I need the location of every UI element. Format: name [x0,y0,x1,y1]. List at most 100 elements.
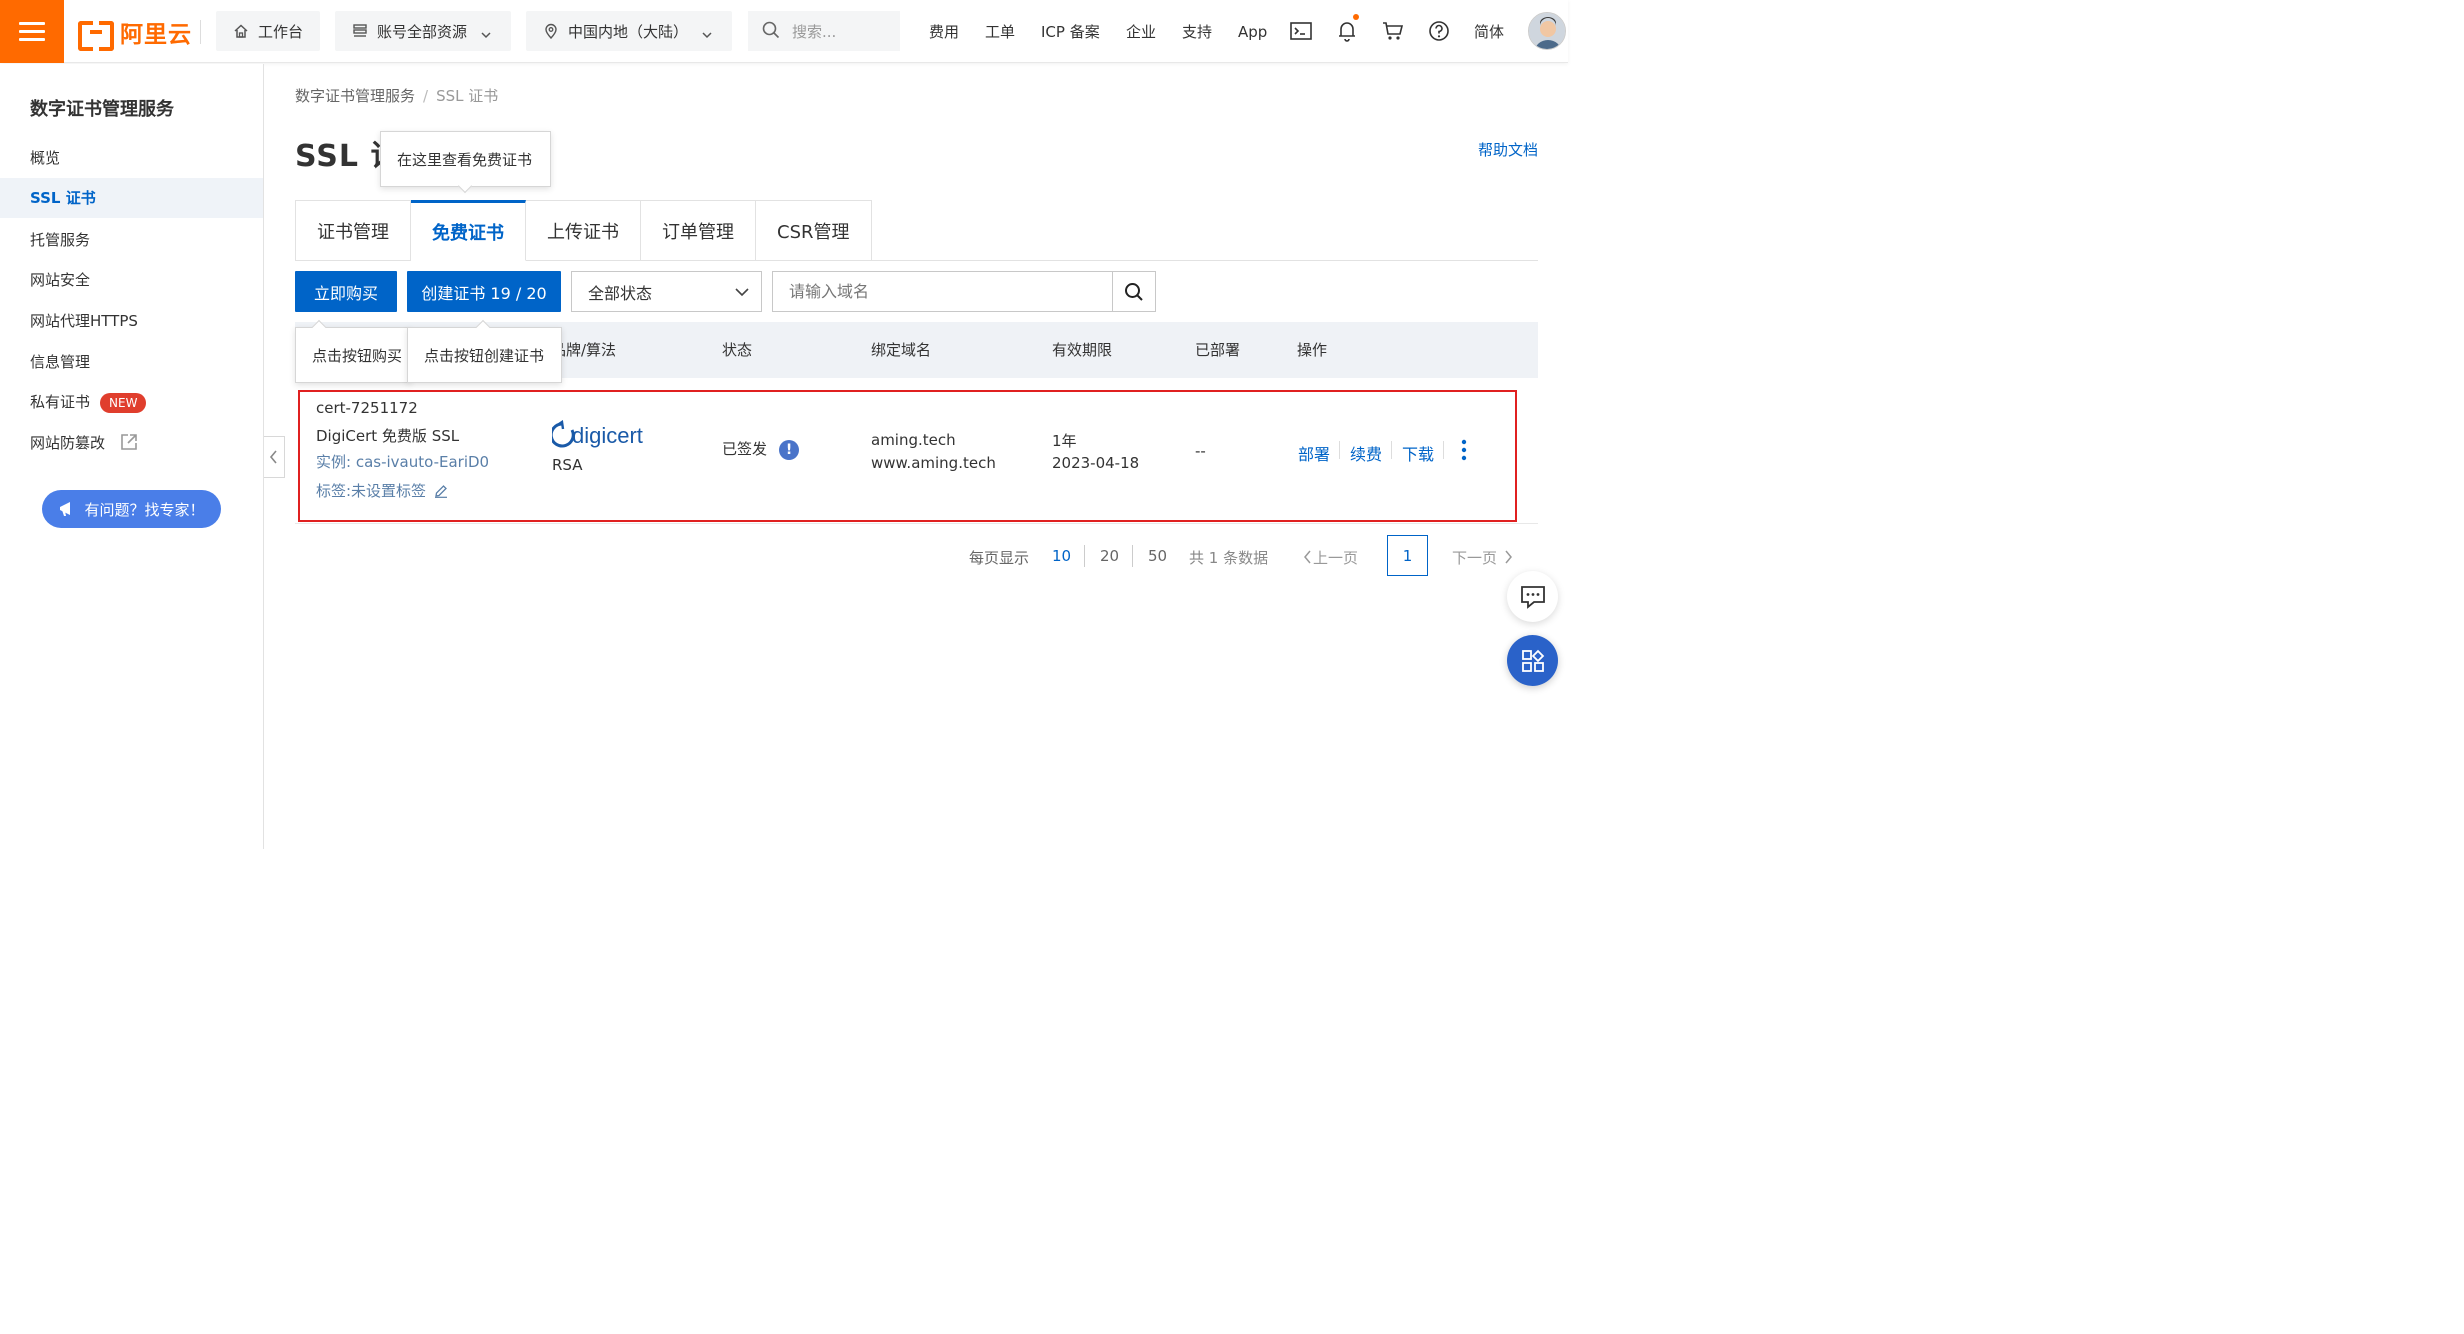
per-page-label: 每页显示 [969,549,1030,567]
cert-tags[interactable]: 标签:未设置标签 [316,480,448,501]
tab-cert-management[interactable]: 证书管理 [295,200,411,261]
sidebar-item-proxy-https[interactable]: 网站代理HTTPS [0,301,263,341]
cert-name: DigiCert 免费版 SSL [316,427,460,445]
renew-link[interactable]: 续费 [1350,441,1382,465]
download-link[interactable]: 下载 [1402,441,1434,465]
search-icon [762,21,782,41]
tab-bar: 证书管理 免费证书 上传证书 订单管理 CSR管理 [295,200,872,261]
divider [200,20,201,44]
nav-icp[interactable]: ICP 备案 [1041,0,1100,63]
aliyun-logo[interactable]: 阿里云 [78,16,192,51]
cert-algorithm: RSA [552,456,583,474]
chevron-left-icon [1304,550,1311,564]
menu-toggle-button[interactable] [0,0,64,63]
breadcrumb: 数字证书管理服务 / SSL 证书 [295,87,499,105]
info-icon[interactable]: ! [779,439,800,460]
col-status: 状态 [722,341,753,359]
aliyun-logo-icon [78,21,114,51]
sidebar-title: 数字证书管理服务 [30,99,174,120]
current-page[interactable]: 1 [1387,535,1428,576]
avatar[interactable] [1528,12,1566,50]
sidebar-item-ssl[interactable]: SSL 证书 [0,178,263,218]
tooltip-buy: 点击按钮购买 [295,327,411,383]
chevron-down-icon [735,287,749,296]
language-switch[interactable]: 简体 [1474,0,1504,63]
breadcrumb-item[interactable]: 数字证书管理服务 [295,87,415,105]
deployed-count: -- [1195,442,1206,460]
global-search[interactable]: 搜索... [748,11,900,51]
sidebar-item-tamper-proof[interactable]: 网站防篡改 [0,423,263,463]
chevron-left-icon [269,450,277,464]
col-domain: 绑定域名 [871,341,932,359]
sidebar-item-private-cert[interactable]: 私有证书 NEW [0,382,263,422]
bound-domain-1: aming.tech [871,431,956,449]
location-pin-icon [542,22,560,40]
sidebar: 数字证书管理服务 概览 SSL 证书 托管服务 网站安全 网站代理HTTPS 信… [0,64,264,849]
cert-id: cert-7251172 [316,399,418,417]
buy-now-button[interactable]: 立即购买 [295,271,397,312]
digicert-logo: digicert [549,419,656,454]
chat-button[interactable] [1507,571,1558,622]
nav-support[interactable]: 支持 [1182,0,1212,63]
expire-date: 2023-04-18 [1052,454,1140,472]
megaphone-icon [58,500,76,518]
nav-app[interactable]: App [1238,0,1267,63]
sidebar-item-hosting[interactable]: 托管服务 [0,220,263,260]
bell-icon[interactable] [1335,19,1359,43]
page-size-20[interactable]: 20 [1100,547,1119,565]
nav-billing[interactable]: 费用 [929,0,959,63]
page-size-10[interactable]: 10 [1052,547,1071,565]
svg-text:digicert: digicert [572,423,643,448]
nav-enterprise[interactable]: 企业 [1126,0,1156,63]
tab-csr[interactable]: CSR管理 [756,200,872,261]
chevron-right-icon [1505,550,1512,564]
status-badge: 已签发! [722,438,800,460]
home-icon [232,22,250,40]
new-badge: NEW [100,392,147,413]
ask-expert-button[interactable]: 有问题？找专家！ [42,490,221,528]
notification-dot [1353,14,1359,20]
nav-tickets[interactable]: 工单 [985,0,1015,63]
tab-free-cert[interactable]: 免费证书 [411,200,526,261]
external-link-icon [120,426,138,466]
domain-search-input[interactable] [772,271,1113,312]
layers-icon [351,22,369,40]
search-button[interactable] [1112,271,1156,312]
resource-selector[interactable]: 账号全部资源 [335,11,511,51]
region-selector[interactable]: 中国内地（大陆） [526,11,732,51]
next-page-button[interactable]: 下一页 [1452,547,1513,568]
terminal-icon[interactable] [1289,19,1313,43]
col-actions: 操作 [1297,341,1328,359]
prev-page-button[interactable]: 上一页 [1303,547,1358,568]
hamburger-icon [19,21,45,42]
help-icon[interactable] [1427,19,1451,43]
grid-icon [1521,649,1544,672]
sidebar-item-info[interactable]: 信息管理 [0,342,263,382]
apps-button[interactable] [1507,635,1558,686]
tab-orders[interactable]: 订单管理 [641,200,756,261]
cert-instance[interactable]: 实例: cas-ivauto-EariD0 [316,451,489,472]
page-size-50[interactable]: 50 [1148,547,1167,565]
cart-icon[interactable] [1381,19,1405,43]
breadcrumb-current: SSL 证书 [436,87,499,105]
validity-period: 1年 [1052,432,1077,450]
total-count: 共 1 条数据 [1189,549,1269,567]
col-deployed: 已部署 [1195,341,1241,359]
sidebar-item-site-security[interactable]: 网站安全 [0,260,263,300]
tab-upload-cert[interactable]: 上传证书 [526,200,641,261]
deploy-link[interactable]: 部署 [1298,441,1330,465]
sidebar-collapse-button[interactable] [264,436,285,478]
more-actions-icon[interactable] [1459,438,1469,466]
status-select[interactable]: 全部状态 [571,271,762,312]
chevron-down-icon [481,26,491,39]
workbench-button[interactable]: 工作台 [216,11,320,51]
sidebar-item-overview[interactable]: 概览 [0,138,263,178]
chat-icon [1520,585,1545,609]
top-bar: 阿里云 工作台 账号全部资源 中国内地（大陆） 搜索... 费用 工单 ICP … [0,0,1568,63]
create-cert-button[interactable]: 创建证书 19 / 20 [407,271,561,312]
tooltip-create: 点击按钮创建证书 [407,327,562,383]
chevron-down-icon [702,26,712,39]
help-docs-link[interactable]: 帮助文档 [1478,139,1538,160]
search-icon [1125,282,1143,301]
bound-domain-2: www.aming.tech [871,454,996,472]
